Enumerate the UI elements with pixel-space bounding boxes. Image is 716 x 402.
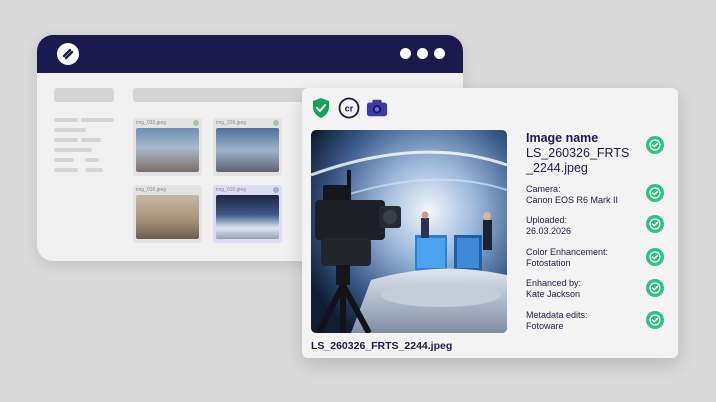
thumbnail-label: img_016.jpeg	[136, 187, 167, 193]
image-details-card: cr LS_260326_FRTS_2244.jpeg Image name L…	[302, 88, 678, 358]
metadata-value: Kate Jackson	[526, 289, 581, 299]
metadata-uploaded: Uploaded: 26.03.2026	[526, 215, 666, 237]
metadata-value: LS_260326_FRTS _2244.jpeg	[526, 146, 630, 175]
metadata-color-enhancement: Color Enhancement: Fotostation	[526, 247, 666, 269]
sidebar-placeholder-line	[81, 118, 114, 122]
thumbnail[interactable]: img_016.jpeg	[133, 185, 202, 243]
metadata-value: 26.03.2026	[526, 226, 572, 236]
cr-content-credentials-icon[interactable]: cr	[338, 97, 360, 119]
verified-check-icon	[646, 311, 664, 329]
camera-icon[interactable]	[366, 97, 388, 119]
metadata-camera: Camera: Canon EOS R6 Mark II	[526, 184, 666, 206]
metadata-enhanced-by: Enhanced by: Kate Jackson	[526, 278, 666, 300]
thumbnail[interactable]: img_033.jpeg	[133, 118, 202, 176]
shield-check-icon[interactable]	[310, 97, 332, 119]
thumbnail-image	[216, 128, 279, 172]
thumbnail[interactable]: img_209.jpeg	[213, 118, 282, 176]
metadata-label: Image name	[526, 131, 599, 145]
window-dot[interactable]	[434, 48, 445, 59]
thumbnail-selected[interactable]: img_010.jpeg	[213, 185, 282, 243]
metadata-label: Metadata edits:	[526, 310, 588, 320]
metadata-label: Color Enhancement:	[526, 247, 609, 257]
metadata-image-name: Image name LS_260326_FRTS _2244.jpeg	[526, 131, 666, 176]
metadata-label: Enhanced by:	[526, 278, 582, 288]
sidebar-placeholder-line	[85, 158, 99, 162]
metadata-label: Uploaded:	[526, 215, 568, 225]
thumbnail-image	[216, 195, 279, 239]
sidebar-placeholder-line	[54, 138, 78, 142]
sidebar-placeholder-line	[54, 158, 74, 162]
verified-check-icon	[646, 136, 664, 154]
verified-check-icon	[646, 184, 664, 202]
provenance-icons: cr	[310, 97, 388, 119]
sidebar-placeholder-title	[54, 88, 114, 102]
metadata-label: Camera:	[526, 184, 561, 194]
check-icon	[273, 120, 279, 126]
image-filename: LS_260326_FRTS_2244.jpeg	[311, 340, 453, 352]
verified-check-icon	[646, 215, 664, 233]
studio-camera-photo	[311, 130, 507, 333]
sidebar-placeholder-line	[54, 128, 86, 132]
window-dot[interactable]	[400, 48, 411, 59]
window-controls[interactable]	[400, 48, 445, 59]
thumbnail-label: img_033.jpeg	[136, 120, 167, 126]
check-icon	[193, 120, 199, 126]
thumbnail-image	[136, 128, 199, 172]
verified-check-icon	[646, 248, 664, 266]
verified-check-icon	[646, 279, 664, 297]
window-titlebar	[37, 35, 463, 73]
metadata-value: Fotoware	[526, 321, 564, 331]
metadata-value: Fotostation	[526, 258, 571, 268]
sidebar-placeholder-line	[54, 168, 78, 172]
sidebar-placeholder-line	[54, 148, 92, 152]
window-dot[interactable]	[417, 48, 428, 59]
thumbnail-label: img_010.jpeg	[216, 187, 247, 193]
sidebar-placeholder-line	[54, 118, 78, 122]
metadata-edits: Metadata edits: Fotoware	[526, 310, 666, 332]
thumbnail-label: img_209.jpeg	[216, 120, 247, 126]
zoom-icon	[273, 187, 279, 193]
metadata-value: Canon EOS R6 Mark II	[526, 195, 619, 205]
fotoware-logo-icon	[57, 43, 79, 65]
thumbnail-image	[136, 195, 199, 239]
sidebar-placeholder-line	[81, 138, 101, 142]
svg-text:cr: cr	[345, 104, 354, 114]
sidebar-placeholder-line	[85, 168, 103, 172]
